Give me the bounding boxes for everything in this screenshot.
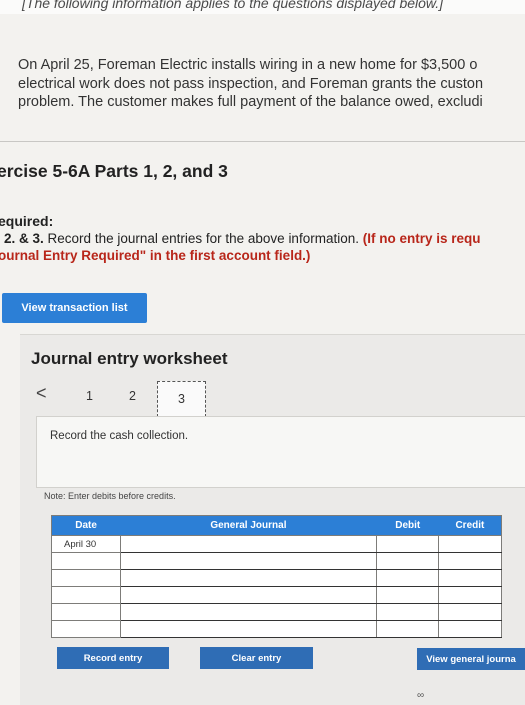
date-cell[interactable] — [51, 569, 121, 587]
required-instruction: 2. & 3. Record the journal entries for t… — [4, 230, 481, 248]
general-journal-column-header: General Journal — [120, 515, 377, 536]
credit-cell[interactable] — [438, 603, 502, 621]
credit-cell[interactable] — [438, 569, 502, 587]
required-red-line: ournal Entry Required" in the first acco… — [0, 248, 311, 263]
date-cell[interactable] — [51, 552, 121, 570]
problem-line: problem. The customer makes full payment… — [18, 94, 483, 110]
worksheet-title: Journal entry worksheet — [31, 349, 228, 368]
credit-cell[interactable] — [438, 552, 502, 570]
date-column-header: Date — [51, 515, 121, 536]
credit-cell[interactable] — [438, 586, 502, 604]
record-entry-button[interactable]: Record entry — [57, 647, 169, 669]
account-cell[interactable] — [119, 552, 378, 570]
step-3-tab[interactable]: 3 — [157, 381, 206, 417]
account-cell[interactable] — [119, 620, 378, 638]
problem-statement: On April 25, Foreman Electric installs w… — [18, 56, 525, 112]
exercise-title: ercise 5-6A Parts 1, 2, and 3 — [0, 161, 228, 181]
debit-cell[interactable] — [376, 586, 440, 604]
debit-cell[interactable] — [376, 535, 440, 553]
prev-arrow-icon[interactable]: < — [36, 383, 47, 404]
problem-line: electrical work does not pass inspection… — [18, 75, 484, 92]
table-row: April 30 — [51, 535, 502, 553]
account-cell[interactable] — [119, 603, 378, 621]
credit-cell[interactable] — [438, 620, 502, 638]
date-cell[interactable] — [51, 586, 121, 604]
debit-cell[interactable] — [376, 569, 440, 587]
credit-column-header: Credit — [438, 515, 502, 536]
entry-description: Record the cash collection. — [50, 430, 189, 442]
step-2-tab[interactable]: 2 — [129, 389, 136, 403]
required-prefix: 2. & 3. — [4, 231, 44, 246]
table-row — [51, 586, 502, 604]
required-text: Record the journal entries for the above… — [47, 231, 359, 246]
debit-cell[interactable] — [376, 603, 440, 621]
account-cell[interactable] — [119, 586, 378, 604]
debit-credit-note: Note: Enter debits before credits. — [44, 491, 176, 501]
journal-entry-table: Date General Journal Debit Credit April … — [51, 515, 502, 638]
table-row — [51, 569, 502, 587]
banner-text: [The following information applies to th… — [22, 0, 444, 11]
view-general-journal-button[interactable]: View general journa — [417, 648, 525, 670]
debit-column-header: Debit — [376, 515, 439, 536]
view-transaction-list-button[interactable]: View transaction list — [2, 293, 147, 323]
date-cell[interactable]: April 30 — [51, 535, 121, 553]
required-red-text: (If no entry is requ — [362, 231, 481, 246]
link-icon: ∞ — [417, 690, 425, 701]
divider — [0, 141, 525, 142]
credit-cell[interactable] — [438, 535, 502, 553]
step-1-tab[interactable]: 1 — [86, 389, 93, 403]
required-label: equired: — [0, 213, 54, 229]
debit-cell[interactable] — [376, 552, 440, 570]
date-cell[interactable] — [51, 620, 121, 638]
table-row — [51, 620, 502, 638]
table-row — [51, 603, 502, 621]
step-3-label: 3 — [178, 392, 185, 406]
date-cell[interactable] — [51, 603, 121, 621]
account-cell[interactable] — [119, 569, 378, 587]
debit-cell[interactable] — [376, 620, 440, 638]
entry-description-box — [36, 416, 525, 488]
problem-line: On April 25, Foreman Electric installs w… — [18, 57, 478, 73]
clear-entry-button[interactable]: Clear entry — [200, 647, 313, 669]
table-row — [51, 552, 502, 570]
account-cell[interactable] — [119, 535, 378, 553]
